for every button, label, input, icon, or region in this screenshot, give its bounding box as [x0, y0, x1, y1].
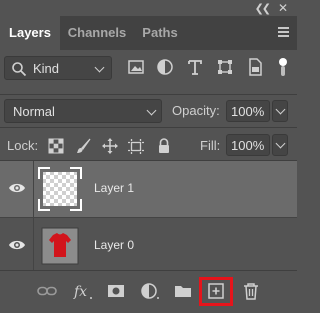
tab-layers[interactable]: Layers: [0, 16, 60, 50]
lock-label: Lock:: [7, 138, 39, 153]
layer-name: Layer 1: [94, 181, 135, 195]
tab-paths[interactable]: Paths: [136, 16, 184, 50]
visibility-column-divider: [33, 161, 34, 217]
opacity-label: Opacity:: [172, 103, 220, 118]
red-tshirt-thumbnail-icon: [41, 227, 79, 265]
svg-text:fx: fx: [73, 284, 87, 300]
shape-filter-icon[interactable]: [216, 58, 234, 76]
panel-tab-bar: Layers Channels Paths: [0, 16, 297, 50]
folder-icon[interactable]: [173, 281, 193, 301]
eye-visibility-icon[interactable]: [8, 181, 26, 195]
filter-toggle-knob-icon: [279, 58, 287, 66]
filter-kind-label: Kind: [33, 61, 60, 76]
adjustment-filter-icon[interactable]: [156, 58, 174, 76]
blend-mode-select[interactable]: Normal: [4, 99, 162, 123]
divider: [0, 127, 297, 128]
image-filter-icon[interactable]: [127, 58, 145, 76]
new-layer-icon[interactable]: [206, 281, 226, 301]
chevron-down-icon: [94, 62, 105, 73]
layer-row-layer-1[interactable]: Layer 1: [0, 161, 297, 217]
tab-channels[interactable]: Channels: [62, 16, 132, 50]
filter-kind-select[interactable]: Kind: [4, 56, 112, 80]
filter-toggle[interactable]: [275, 58, 289, 76]
opacity-dropdown-button[interactable]: [272, 100, 288, 122]
lock-position-icon[interactable]: [102, 138, 118, 154]
link-layers-icon[interactable]: [37, 281, 57, 301]
fill-value: 100%: [231, 138, 265, 153]
smart-object-filter-icon[interactable]: [246, 58, 264, 76]
opacity-value: 100%: [231, 104, 265, 119]
lock-artboard-icon[interactable]: [128, 138, 144, 154]
fx-icon[interactable]: fx: [73, 281, 93, 301]
close-panel-icon[interactable]: ✕: [278, 1, 288, 15]
search-icon: [12, 62, 27, 77]
chevron-down-icon: [275, 104, 286, 115]
lock-transparent-pixels-icon[interactable]: [48, 138, 64, 154]
filter-row: Kind: [0, 50, 297, 94]
adjustment-layer-icon[interactable]: [140, 281, 160, 301]
layer-name: Layer 0: [94, 238, 135, 252]
trash-icon[interactable]: [241, 281, 261, 301]
fill-dropdown-button[interactable]: [272, 134, 288, 156]
transparent-thumbnail-icon: [38, 167, 82, 211]
lock-image-pixels-icon[interactable]: [76, 138, 92, 154]
opacity-input[interactable]: 100%: [226, 100, 270, 122]
fill-input[interactable]: 100%: [226, 134, 270, 156]
visibility-column-divider: [33, 218, 34, 274]
panel-menu-icon[interactable]: [278, 27, 289, 37]
type-filter-icon[interactable]: [186, 58, 204, 76]
chevron-down-icon: [275, 138, 286, 149]
layer-row-layer-0[interactable]: Layer 0: [0, 217, 297, 274]
chevron-down-icon: [146, 105, 157, 116]
blend-row: Normal Opacity: 100%: [0, 95, 297, 127]
eye-visibility-icon[interactable]: [8, 238, 26, 252]
filter-toggle-track: [281, 66, 285, 76]
lock-all-icon[interactable]: [156, 138, 172, 154]
collapse-panel-icon[interactable]: ❮❮: [255, 2, 272, 15]
mask-icon[interactable]: [106, 281, 126, 301]
blend-mode-value: Normal: [13, 104, 55, 119]
fill-label: Fill:: [200, 138, 221, 153]
panel-title-strip: ❮❮ ✕: [0, 0, 297, 16]
layers-bottom-toolbar: fx: [0, 270, 297, 313]
